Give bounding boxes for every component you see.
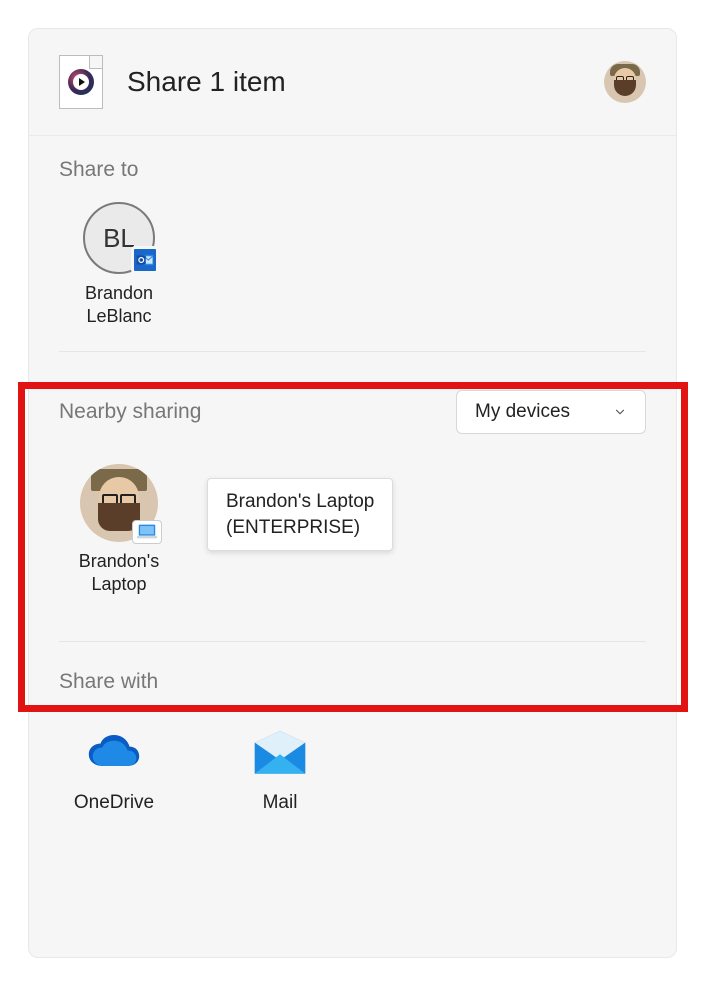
dropdown-value: My devices — [475, 401, 570, 423]
divider — [59, 641, 646, 642]
app-mail[interactable]: Mail — [225, 728, 335, 814]
dialog-title: Share 1 item — [127, 66, 604, 98]
device-name: Brandon's Laptop — [59, 550, 179, 595]
share-to-label: Share to — [59, 158, 646, 182]
share-with-apps: OneDrive Mail — [29, 722, 676, 844]
chevron-down-icon — [613, 405, 627, 419]
nearby-sharing-header: Nearby sharing My devices — [29, 368, 676, 444]
contact-avatar-initials: BL — [83, 202, 155, 274]
share-to-section: Share to BL Brandon LeBlanc — [29, 136, 676, 335]
mail-icon — [249, 728, 311, 780]
onedrive-icon — [83, 728, 145, 780]
app-onedrive[interactable]: OneDrive — [59, 728, 169, 814]
device-tooltip: Brandon's Laptop (ENTERPRISE) — [207, 478, 393, 551]
app-label: OneDrive — [59, 792, 169, 814]
nearby-sharing-label: Nearby sharing — [59, 400, 201, 424]
file-thumbnail-icon — [59, 55, 103, 109]
device-avatar — [80, 464, 158, 542]
share-with-section: Share with — [29, 658, 676, 722]
share-with-label: Share with — [59, 670, 646, 694]
outlook-badge-icon — [131, 246, 159, 274]
nearby-scope-dropdown[interactable]: My devices — [456, 390, 646, 434]
nearby-devices-row: Brandon's Laptop Brandon's Laptop (ENTER… — [29, 444, 676, 625]
device-brandons-laptop[interactable]: Brandon's Laptop — [59, 464, 179, 595]
divider — [59, 351, 646, 352]
app-label: Mail — [225, 792, 335, 814]
laptop-badge-icon — [132, 520, 162, 544]
contact-name: Brandon LeBlanc — [59, 282, 179, 327]
dialog-header: Share 1 item — [29, 29, 676, 136]
contact-brandon-leblanc[interactable]: BL Brandon LeBlanc — [59, 202, 179, 327]
share-dialog: Share 1 item Share to BL Brandon LeBlanc… — [28, 28, 677, 958]
user-avatar[interactable] — [604, 61, 646, 103]
